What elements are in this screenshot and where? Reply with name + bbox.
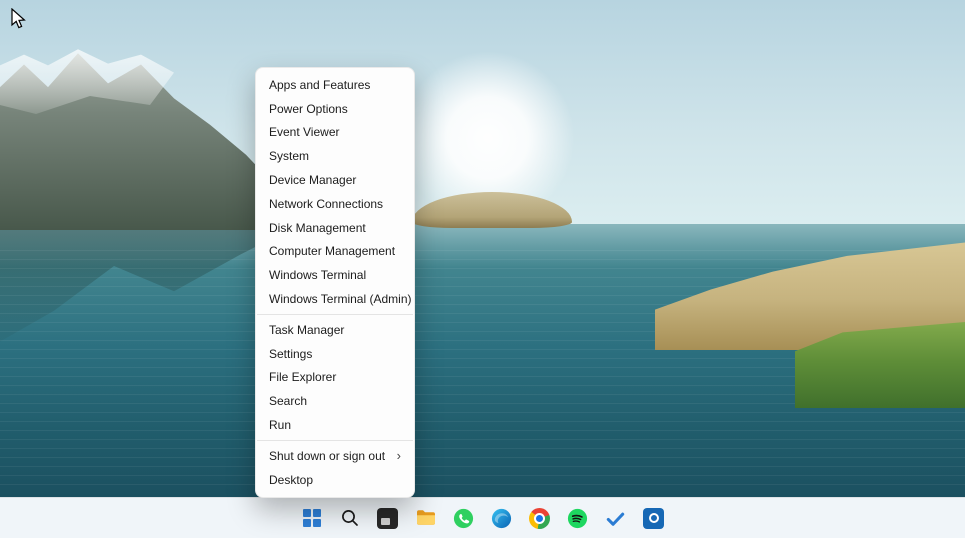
menu-item-search[interactable]: Search [256,389,414,413]
desktop-wallpaper [0,0,965,538]
menu-item-label: Network Connections [269,197,383,211]
menu-item-network-connections[interactable]: Network Connections [256,192,414,216]
menu-item-label: Event Viewer [269,125,339,139]
chrome-button[interactable] [524,502,556,534]
windows-logo-icon [303,509,321,527]
menu-item-settings[interactable]: Settings [256,342,414,366]
file-explorer-button[interactable] [410,502,442,534]
edge-button[interactable] [486,502,518,534]
edge-icon [490,507,513,530]
whatsapp-icon [452,507,475,530]
menu-item-shut-down-or-sign-out[interactable]: Shut down or sign out › [256,444,414,468]
whatsapp-button[interactable] [448,502,480,534]
menu-item-label: Device Manager [269,173,356,187]
search-button[interactable] [334,502,366,534]
dark-app-button[interactable] [372,502,404,534]
menu-item-disk-management[interactable]: Disk Management [256,216,414,240]
menu-item-label: Settings [269,347,312,361]
menu-item-label: Run [269,418,291,432]
menu-item-task-manager[interactable]: Task Manager [256,318,414,342]
spotify-button[interactable] [562,502,594,534]
menu-item-label: Apps and Features [269,78,370,92]
menu-item-label: Windows Terminal [269,268,366,282]
todo-button[interactable] [600,502,632,534]
menu-item-computer-management[interactable]: Computer Management [256,240,414,264]
menu-item-label: Task Manager [269,323,344,337]
menu-separator [257,314,413,315]
menu-item-label: Windows Terminal (Admin) [269,292,411,306]
blue-ring-app-icon [643,508,664,529]
blue-ring-app-button[interactable] [638,502,670,534]
menu-item-windows-terminal-admin[interactable]: Windows Terminal (Admin) [256,287,414,311]
menu-item-file-explorer[interactable]: File Explorer [256,366,414,390]
menu-item-apps-and-features[interactable]: Apps and Features [256,73,414,97]
winx-context-menu: Apps and Features Power Options Event Vi… [255,67,415,498]
menu-separator [257,440,413,441]
taskbar [0,497,965,538]
menu-item-desktop[interactable]: Desktop [256,468,414,492]
menu-item-label: Power Options [269,102,348,116]
search-icon [339,507,361,529]
menu-item-label: Disk Management [269,221,366,235]
menu-item-system[interactable]: System [256,144,414,168]
file-explorer-folder-icon [414,506,438,530]
menu-item-label: Computer Management [269,244,395,258]
menu-item-label: Search [269,394,307,408]
menu-item-power-options[interactable]: Power Options [256,97,414,121]
menu-item-label: Shut down or sign out [269,449,385,463]
dark-app-icon [377,508,398,529]
menu-item-label: Desktop [269,473,313,487]
menu-item-label: System [269,149,309,163]
start-button[interactable] [296,502,328,534]
spotify-icon [566,507,589,530]
menu-item-run[interactable]: Run [256,413,414,437]
todo-checkmark-icon [604,507,627,530]
chrome-icon [529,508,550,529]
menu-item-event-viewer[interactable]: Event Viewer [256,121,414,145]
menu-item-device-manager[interactable]: Device Manager [256,168,414,192]
chevron-right-icon: › [397,449,401,462]
menu-item-label: File Explorer [269,370,336,384]
mouse-cursor-icon [10,8,28,32]
menu-item-windows-terminal[interactable]: Windows Terminal [256,263,414,287]
